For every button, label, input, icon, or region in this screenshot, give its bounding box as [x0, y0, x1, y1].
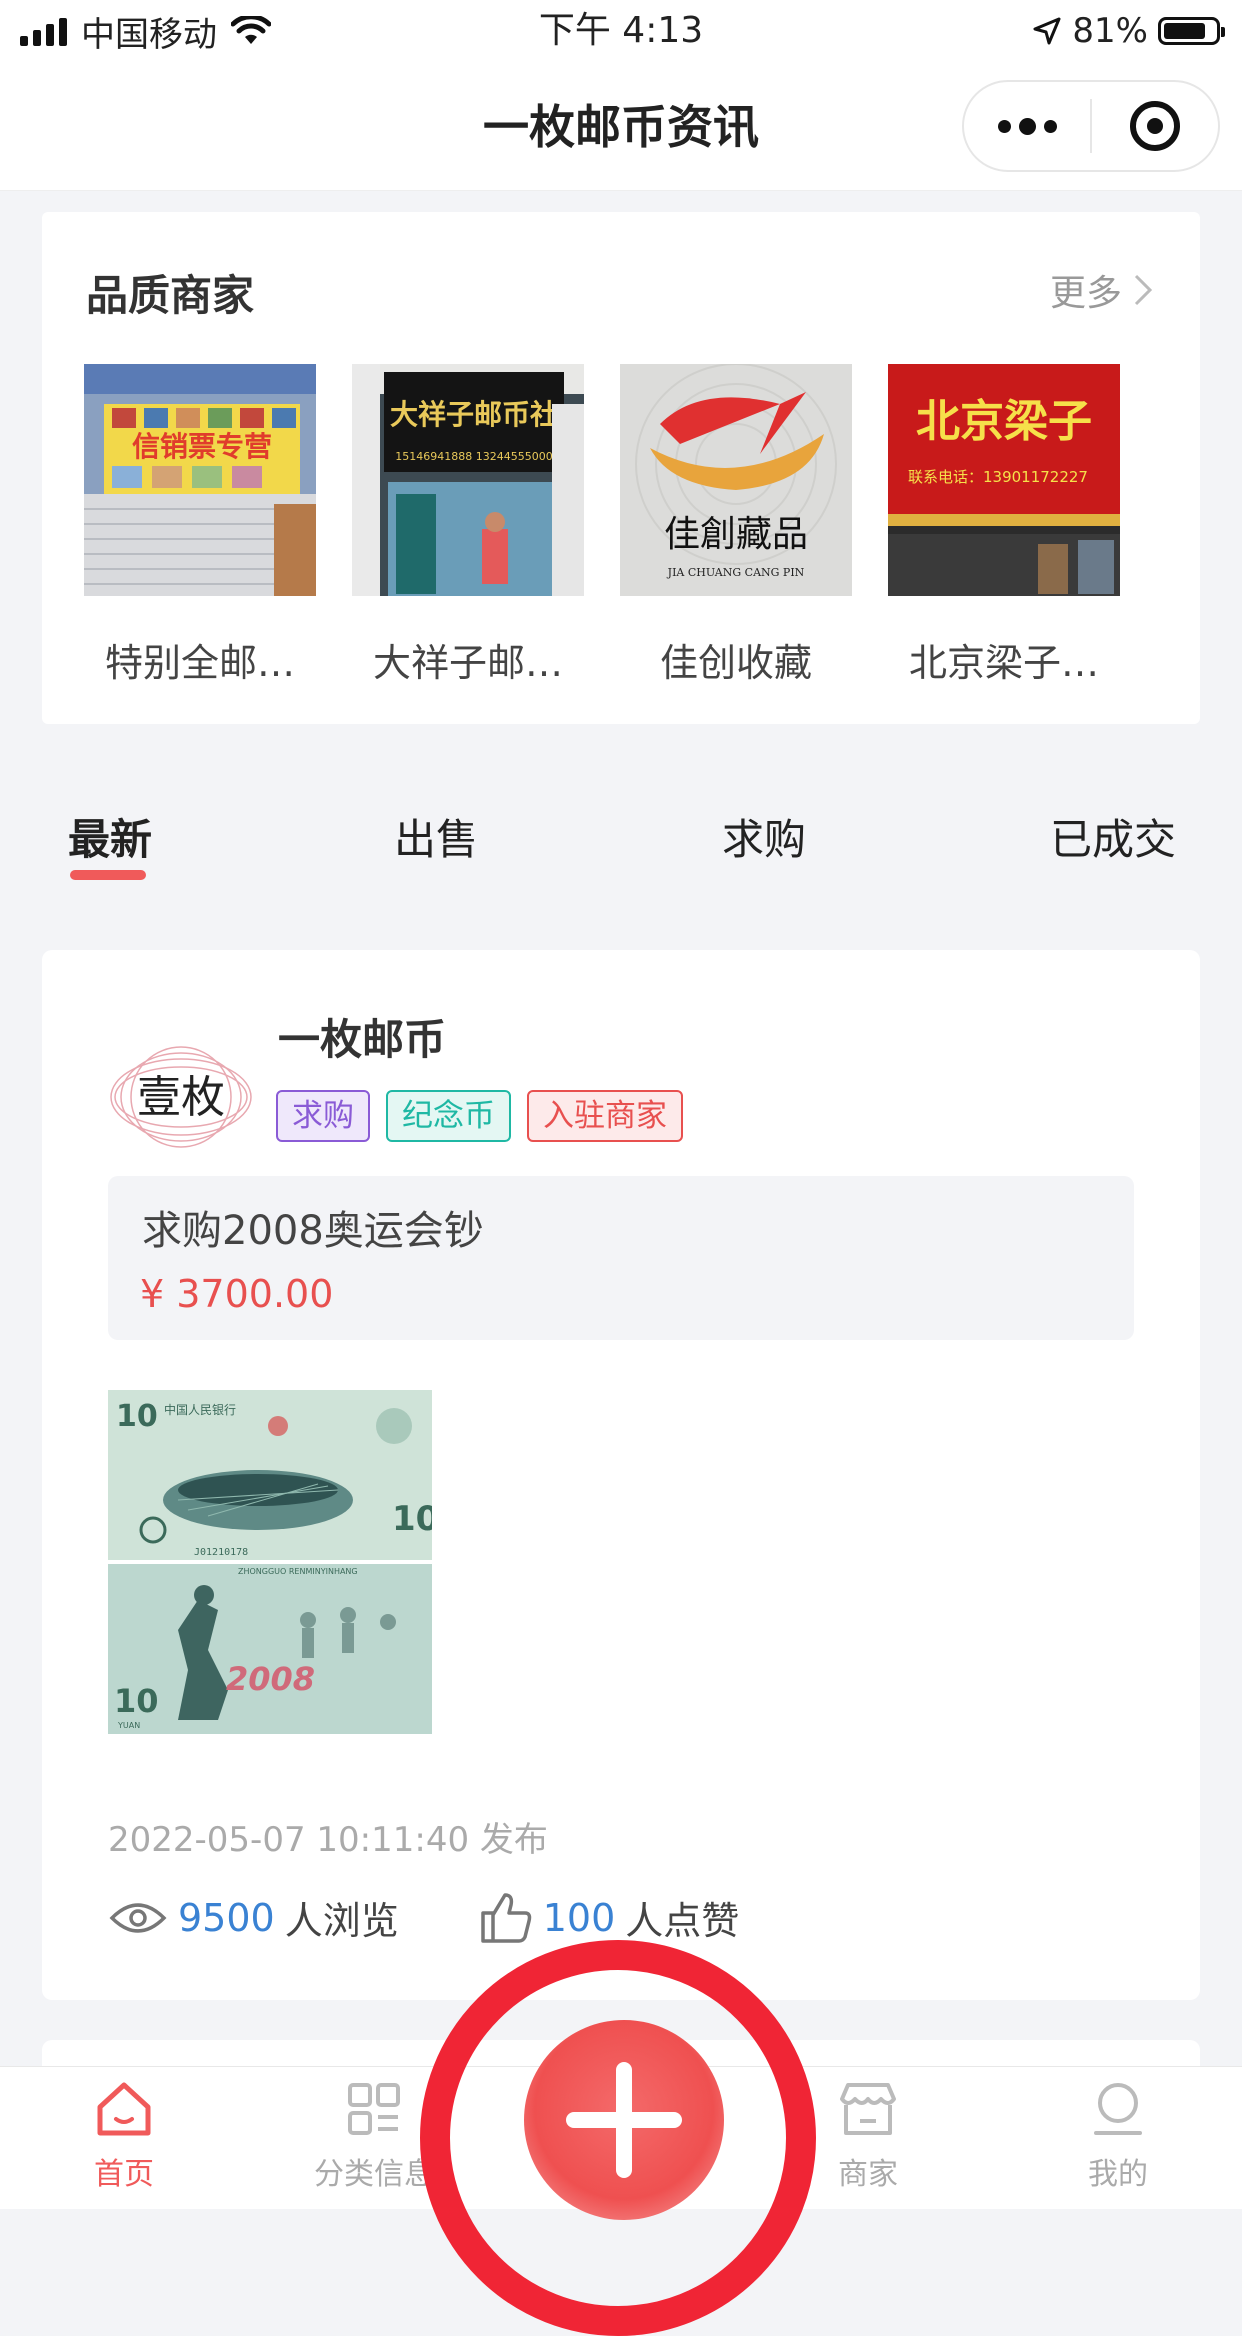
highlight-ring	[420, 1940, 816, 2336]
views-count: 9500	[178, 1895, 275, 1940]
section-title: 品质商家	[86, 271, 255, 320]
svg-text:北京梁子: 北京梁子	[916, 396, 1092, 447]
status-bar: 中国移动 下午 4:13 81%	[0, 0, 1242, 64]
home-icon	[97, 2082, 151, 2136]
svg-text:15146941888 13244555000: 15146941888 13244555000	[395, 450, 552, 463]
merchant-photo: 信销票专营	[84, 364, 316, 596]
thumbs-up-icon[interactable]	[479, 1891, 533, 1945]
tab-buy[interactable]: 求购	[722, 806, 806, 867]
more-menu-button[interactable]	[964, 82, 1090, 170]
svg-text:YUAN: YUAN	[117, 1721, 140, 1730]
merchant-item[interactable]: 北京梁子 联系电话：13901172227 北京梁子…	[888, 364, 1120, 687]
nav-bar: 一枚邮币资讯	[0, 64, 1242, 191]
avatar[interactable]: 壹枚	[108, 1024, 254, 1170]
tab-latest[interactable]: 最新	[68, 806, 152, 867]
svg-text:佳創藏品: 佳創藏品	[664, 514, 808, 555]
svg-text:大祥子邮币社: 大祥子邮币社	[390, 398, 558, 431]
tab-completed[interactable]: 已成交	[1050, 806, 1176, 867]
battery-icon	[1158, 17, 1225, 45]
svg-text:中国人民银行: 中国人民银行	[164, 1402, 236, 1417]
merchant-item[interactable]: 信销票专营 特别全邮…	[84, 364, 316, 687]
post-username[interactable]: 一枚邮币	[278, 1006, 446, 1067]
svg-text:10: 10	[116, 1399, 158, 1434]
svg-text:10: 10	[392, 1499, 432, 1539]
tabbar-home[interactable]: 首页	[44, 2077, 204, 2193]
post-timestamp: 2022-05-07 10:11:40 发布	[108, 1820, 548, 1860]
merchant-name: 大祥子邮…	[372, 641, 563, 685]
more-dots-icon	[997, 117, 1057, 135]
post-text: 求购2008奥运会钞	[142, 1208, 484, 1254]
likes-count: 100	[542, 1895, 616, 1940]
battery-percent: 81%	[1072, 11, 1148, 51]
tag-badge: 求购	[276, 1090, 370, 1142]
merchant-name: 北京梁子…	[908, 641, 1099, 685]
tag-badge: 入驻商家	[527, 1090, 683, 1142]
post-photo[interactable]: 10 中国人民银行 10 J01210178 ZHONGGUO RENMINYI…	[108, 1390, 432, 1734]
merchant-name: 特别全邮…	[104, 641, 295, 685]
svg-text:10: 10	[114, 1682, 159, 1720]
likes-label: 人点赞	[625, 1899, 740, 1943]
tabbar-label: 首页	[94, 2157, 154, 2192]
merchant-item[interactable]: 佳創藏品 JIA CHUANG CANG PIN 佳创收藏	[620, 364, 852, 687]
location-arrow-icon	[1033, 17, 1061, 45]
status-right: 81%	[1032, 6, 1225, 56]
quality-merchants-card: 品质商家 更多 信销票专营 特别全邮… 大祥子邮币社 15146941888 1…	[42, 212, 1200, 724]
tabbar-label: 我的	[1088, 2157, 1148, 2192]
svg-text:壹枚: 壹枚	[137, 1072, 225, 1123]
post-stats: 9500 人浏览 100 人点赞	[108, 1890, 739, 1945]
merchant-photo: 佳創藏品 JIA CHUANG CANG PIN	[620, 364, 852, 596]
svg-text:JIA CHUANG CANG PIN: JIA CHUANG CANG PIN	[667, 566, 805, 579]
post-card[interactable]: 壹枚 一枚邮币 求购 纪念币 入驻商家 求购2008奥运会钞 ¥ 3700.00…	[42, 950, 1200, 2000]
more-link[interactable]: 更多	[1050, 264, 1154, 316]
post-tags: 求购 纪念币 入驻商家	[276, 1090, 683, 1142]
miniapp-capsule	[962, 80, 1220, 172]
svg-text:信销票专营: 信销票专营	[132, 430, 272, 463]
svg-text:联系电话：13901172227: 联系电话：13901172227	[908, 468, 1088, 486]
eye-icon	[109, 1902, 167, 1933]
post-price: ¥ 3700.00	[140, 1272, 334, 1316]
user-icon	[1094, 2083, 1142, 2135]
target-icon	[1130, 101, 1180, 151]
tab-sell[interactable]: 出售	[394, 806, 478, 867]
tabbar-mine[interactable]: 我的	[1038, 2077, 1198, 2193]
views-label: 人浏览	[284, 1899, 399, 1943]
category-icon	[348, 2083, 400, 2135]
merchant-photo: 北京梁子 联系电话：13901172227	[888, 364, 1120, 596]
svg-text:J01210178: J01210178	[194, 1547, 248, 1558]
store-icon	[840, 2083, 896, 2135]
close-miniapp-button[interactable]	[1092, 82, 1218, 170]
merchant-photo: 大祥子邮币社 15146941888 13244555000	[352, 364, 584, 596]
post-content-box[interactable]: 求购2008奥运会钞 ¥ 3700.00	[108, 1176, 1134, 1340]
chevron-right-icon	[1134, 274, 1153, 306]
svg-text:ZHONGGUO RENMINYINHANG: ZHONGGUO RENMINYINHANG	[238, 1567, 358, 1576]
merchant-name: 佳创收藏	[659, 641, 812, 685]
tag-badge: 纪念币	[386, 1090, 511, 1142]
merchant-item[interactable]: 大祥子邮币社 15146941888 13244555000 大祥子邮…	[352, 364, 584, 687]
more-label: 更多	[1049, 273, 1122, 314]
svg-text:2008: 2008	[226, 1660, 315, 1698]
active-tab-indicator	[70, 870, 146, 880]
